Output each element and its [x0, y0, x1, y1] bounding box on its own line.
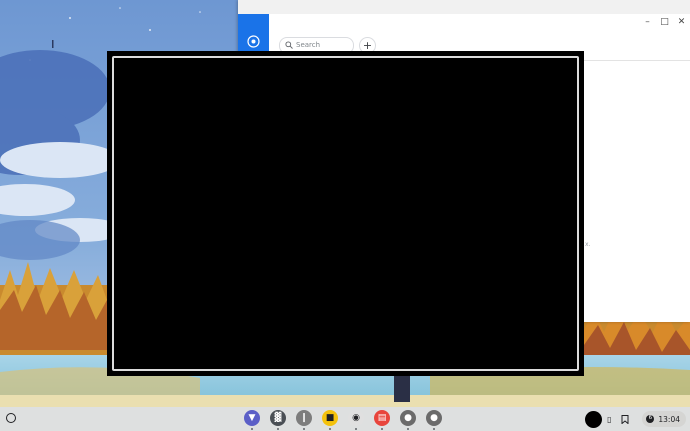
app-linux-penguin-icon: ●: [400, 410, 416, 426]
partial-text: x.: [585, 241, 591, 248]
app-system-monitor-icon: ▓: [270, 410, 286, 426]
status-tray: ▯ 6 13:04: [585, 410, 690, 428]
search-icon: [285, 41, 293, 49]
app-settings-icon: ❙: [296, 410, 312, 426]
running-indicator: [251, 428, 253, 430]
close-button[interactable]: ✕: [673, 15, 690, 29]
black-window-inner: [112, 56, 579, 371]
running-indicator: [355, 428, 357, 430]
phone-hub-icon[interactable]: ▯: [604, 411, 614, 427]
system-status-area[interactable]: 6 13:04: [642, 411, 686, 427]
running-indicator: [381, 428, 383, 430]
notification-count-badge: 6: [646, 415, 655, 423]
shelf-app[interactable]: ●: [395, 410, 421, 430]
clock: 13:04: [658, 414, 680, 424]
search-input[interactable]: [296, 39, 350, 51]
minimize-button[interactable]: –: [639, 15, 656, 29]
shelf-app[interactable]: ■: [317, 410, 343, 430]
running-indicator: [277, 428, 279, 430]
running-indicator: [303, 428, 305, 430]
shelf-app[interactable]: ▼: [239, 410, 265, 430]
app-vpn-icon: ▼: [244, 410, 260, 426]
shelf-app[interactable]: ●: [421, 410, 447, 430]
running-indicator: [329, 428, 331, 430]
launcher-button[interactable]: [6, 413, 16, 423]
shelf-app[interactable]: ◉: [343, 410, 369, 430]
black-window-overlay: [107, 51, 584, 376]
window-controls: – □ ✕: [639, 14, 690, 30]
shelf-apps: ▼ ▓ ❙ ■ ◉ ▤ ● ●: [239, 410, 447, 430]
sidebar-app-icon: [247, 35, 260, 48]
recording-indicator[interactable]: [585, 410, 603, 428]
app-eye-icon: ◉: [348, 410, 364, 426]
running-indicator: [407, 428, 409, 430]
app-files-icon: ■: [322, 410, 338, 426]
holding-space-icon[interactable]: [614, 411, 636, 427]
running-indicator: [433, 428, 435, 430]
maximize-button[interactable]: □: [656, 15, 673, 29]
bookmark-icon: [621, 414, 629, 424]
window-titlebar[interactable]: [238, 0, 690, 14]
shelf-app[interactable]: ▓: [265, 410, 291, 430]
app-screen-icon: ▤: [374, 410, 390, 426]
app-linux-penguin-2-icon: ●: [426, 410, 442, 426]
shelf: ▼ ▓ ❙ ■ ◉ ▤ ● ● ▯ 6 13:04: [0, 407, 690, 431]
shelf-app[interactable]: ▤: [369, 410, 395, 430]
shelf-app[interactable]: ❙: [291, 410, 317, 430]
